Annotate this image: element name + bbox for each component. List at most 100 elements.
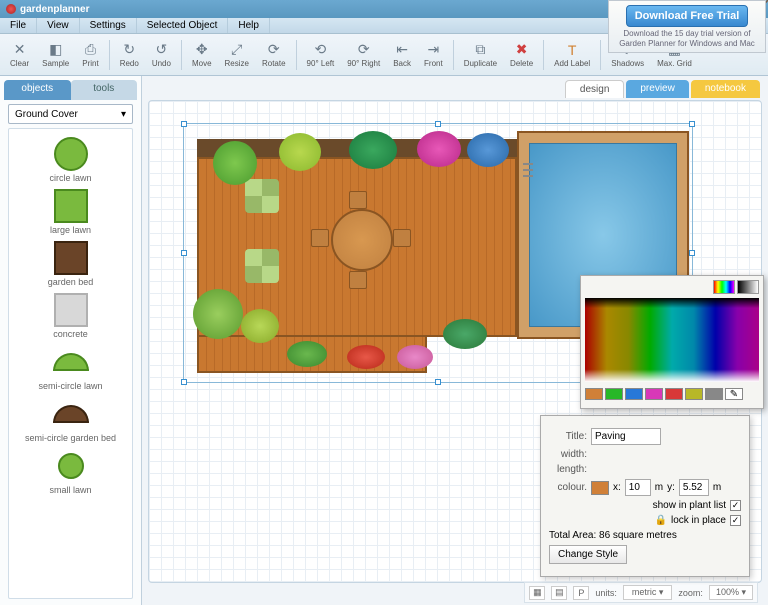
promo-banner: Download Free Trial Download the 15 day … [608,0,766,53]
90-right-icon: ⟳ [356,42,372,58]
object-shape-icon [51,135,91,173]
tool-redo[interactable]: ↻Redo [114,40,145,70]
sample-icon: ◧ [48,42,64,58]
duplicate-icon: ⧉ [472,42,488,58]
grid-toggle-icon[interactable]: ▦ [529,586,545,600]
delete-icon: ✖ [514,42,530,58]
object-shape-icon [51,291,91,329]
color-preset[interactable] [665,388,683,400]
color-preset[interactable] [625,388,643,400]
y-input[interactable] [679,479,709,496]
color-mode-gradient-icon[interactable] [713,280,735,294]
tool-90-left[interactable]: ⟲90° Left [301,40,341,70]
tool-90-right[interactable]: ⟳90° Right [341,40,386,70]
print-icon: ⎙ [82,42,98,58]
tool-duplicate[interactable]: ⧉Duplicate [458,40,503,70]
zoom-label: zoom: [678,588,703,598]
object-item[interactable]: semi-circle garden bed [9,393,132,445]
selection-handle[interactable] [181,121,187,127]
change-style-button[interactable]: Change Style [549,545,627,564]
width-label: width: [549,449,587,460]
app-name: gardenplanner [20,4,89,15]
colour-swatch[interactable] [591,481,609,495]
color-grid[interactable] [585,298,759,382]
object-item[interactable]: semi-circle lawn [9,341,132,393]
object-shape-icon [51,187,91,225]
object-label: semi-circle garden bed [25,433,116,443]
color-picker-popup[interactable]: ✎ [580,275,764,409]
tool-undo[interactable]: ↺Undo [146,40,177,70]
object-item[interactable]: large lawn [9,185,132,237]
object-label: small lawn [49,485,91,495]
tool-delete[interactable]: ✖Delete [504,40,539,70]
move-icon: ✥ [194,42,210,58]
eyedropper-icon[interactable]: ✎ [725,388,743,400]
tab-tools[interactable]: tools [71,80,138,100]
status-bar: ▦ ▤ P units: metric ▾ zoom: 100% ▾ [524,582,758,603]
color-preset[interactable] [605,388,623,400]
show-in-list-label: show in plant list [653,500,726,511]
back-icon: ⇤ [394,42,410,58]
object-label: circle lawn [49,173,91,183]
download-trial-button[interactable]: Download Free Trial [626,5,749,27]
tool-add-label[interactable]: TAdd Label [548,40,596,70]
show-in-list-checkbox[interactable]: ✓ [730,500,741,511]
tab-notebook[interactable]: notebook [691,80,760,98]
x-label: x: [613,482,621,493]
title-input[interactable] [591,428,661,445]
colour-label: colour. [549,482,587,493]
tab-objects[interactable]: objects [4,80,71,100]
menu-file[interactable]: File [0,18,37,33]
tool-rotate[interactable]: ⟳Rotate [256,40,292,70]
tool-sample[interactable]: ◧Sample [36,40,75,70]
x-input[interactable] [625,479,651,496]
menu-selected-object[interactable]: Selected Object [137,18,229,33]
object-item[interactable]: small lawn [9,445,132,497]
tool-front[interactable]: ⇥Front [418,40,449,70]
redo-icon: ↻ [121,42,137,58]
object-item[interactable]: circle lawn [9,133,132,185]
object-shape-icon [51,395,91,433]
selection-handle[interactable] [435,121,441,127]
selection-handle[interactable] [181,379,187,385]
object-item[interactable]: garden bed [9,237,132,289]
tab-preview[interactable]: preview [626,80,688,98]
resize-icon: ⤢ [229,42,245,58]
tool-clear[interactable]: ✕Clear [4,40,35,70]
tool-print[interactable]: ⎙Print [76,40,104,70]
color-preset[interactable] [585,388,603,400]
page-toggle-icon[interactable]: P [573,586,589,600]
units-dropdown[interactable]: metric ▾ [623,585,673,600]
grid-toggle-icon[interactable]: ▤ [551,586,567,600]
lock-icon: 🔒 [655,515,667,526]
object-item[interactable]: concrete [9,289,132,341]
color-preset[interactable] [705,388,723,400]
color-preset[interactable] [645,388,663,400]
tool-resize[interactable]: ⤢Resize [219,40,255,70]
tool-move[interactable]: ✥Move [186,40,218,70]
selection-handle[interactable] [689,121,695,127]
category-value: Ground Cover [15,109,78,120]
color-mode-gray-icon[interactable] [737,280,759,294]
selection-handle[interactable] [181,250,187,256]
menu-view[interactable]: View [37,18,80,33]
tool-back[interactable]: ⇤Back [387,40,417,70]
dropdown-arrow-icon: ▾ [121,109,126,120]
selection-handle[interactable] [435,379,441,385]
object-shape-icon [51,239,91,277]
selection-handle[interactable] [689,250,695,256]
y-label: y: [667,482,675,493]
total-area-label: Total Area: 86 square metres [549,530,677,541]
tab-design[interactable]: design [565,80,624,98]
menu-help[interactable]: Help [228,18,270,33]
front-icon: ⇥ [425,42,441,58]
lock-checkbox[interactable]: ✓ [730,515,741,526]
properties-panel[interactable]: Title: width: length: colour. x: m y: m … [540,415,750,577]
length-label: length: [549,464,587,475]
object-label: semi-circle lawn [38,381,102,391]
menu-settings[interactable]: Settings [80,18,137,33]
zoom-dropdown[interactable]: 100% ▾ [709,585,753,600]
category-dropdown[interactable]: Ground Cover ▾ [8,104,133,124]
rotate-icon: ⟳ [266,42,282,58]
color-preset[interactable] [685,388,703,400]
